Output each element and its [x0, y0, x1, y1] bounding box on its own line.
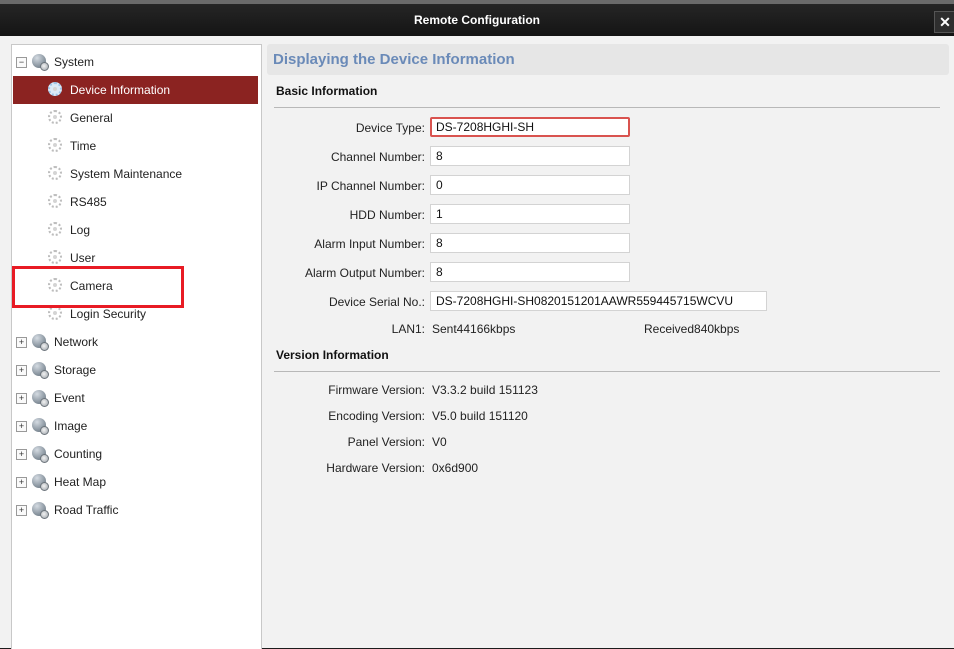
version-info-heading: Version Information: [276, 348, 389, 362]
tree-node-label: Road Traffic: [54, 503, 119, 517]
firmware-version-label: Firmware Version:: [328, 383, 425, 397]
expand-icon[interactable]: +: [16, 337, 27, 348]
gear-icon: [48, 250, 62, 264]
encoding-version-label: Encoding Version:: [328, 409, 425, 423]
device-serial-label: Device Serial No.:: [328, 295, 425, 309]
divider: [274, 107, 940, 108]
ip-channel-number-label: IP Channel Number:: [316, 179, 425, 193]
tree-item-label: RS485: [70, 195, 107, 209]
globe-icon: [32, 446, 49, 463]
tree-item-label: Camera: [70, 279, 113, 293]
device-type-label: Device Type:: [355, 121, 425, 135]
basic-info-heading: Basic Information: [276, 84, 378, 98]
tree-item-label: Device Information: [70, 83, 171, 97]
tree-node-image[interactable]: + Image: [12, 412, 261, 440]
globe-icon: [32, 418, 49, 435]
hdd-number-label: HDD Number:: [349, 208, 425, 222]
gear-icon: [48, 278, 62, 292]
alarm-input-number-label: Alarm Input Number:: [314, 237, 425, 251]
globe-icon: [32, 502, 49, 519]
encoding-version-value: V5.0 build 151120: [432, 409, 528, 423]
tree-item-system-maintenance[interactable]: System Maintenance: [12, 160, 261, 188]
panel-version-value: V0: [432, 435, 447, 449]
expand-icon[interactable]: +: [16, 477, 27, 488]
tree-node-label: Event: [54, 391, 85, 405]
divider: [274, 371, 940, 372]
channel-number-label: Channel Number:: [330, 150, 425, 164]
tree-item-camera[interactable]: Camera: [12, 272, 261, 300]
tree-item-label: Time: [70, 139, 97, 153]
gear-icon: [48, 222, 62, 236]
page-title: Displaying the Device Information: [273, 51, 515, 68]
hardware-version-value: 0x6d900: [432, 461, 479, 475]
device-serial-field[interactable]: DS-7208HGHI-SH0820151201AAWR559445715WCV…: [430, 291, 767, 311]
page-header: Displaying the Device Information: [267, 44, 949, 75]
tree-item-label: Login Security: [70, 307, 147, 321]
alarm-output-number-label: Alarm Output Number:: [304, 266, 425, 280]
hardware-version-label: Hardware Version:: [326, 461, 425, 475]
tree-node-road-traffic[interactable]: + Road Traffic: [12, 496, 261, 524]
gear-icon: [48, 82, 62, 96]
channel-number-field[interactable]: 8: [430, 146, 630, 166]
firmware-version-value: V3.3.2 build 151123: [432, 383, 538, 397]
tree-node-counting[interactable]: + Counting: [12, 440, 261, 468]
tree-node-label: System: [54, 55, 95, 69]
device-type-field[interactable]: DS-7208HGHI-SH: [430, 117, 630, 137]
lan1-sent-value: Sent44166kbps: [432, 322, 516, 336]
window-title: Remote Configuration: [414, 13, 540, 27]
tree-item-user[interactable]: User: [12, 244, 261, 272]
expand-icon[interactable]: +: [16, 393, 27, 404]
gear-icon: [48, 138, 62, 152]
dialog-content: − System Device Information General Time…: [0, 36, 954, 649]
tree-item-device-information[interactable]: Device Information: [13, 76, 258, 104]
tree-item-label: User: [70, 251, 96, 265]
globe-icon: [32, 54, 49, 71]
tree-node-label: Counting: [54, 447, 103, 461]
tree-item-label: Log: [70, 223, 91, 237]
tree-node-system[interactable]: − System: [12, 48, 261, 76]
tree-node-label: Storage: [54, 363, 97, 377]
device-info-panel: Displaying the Device Information Basic …: [267, 44, 949, 648]
tree-node-network[interactable]: + Network: [12, 328, 261, 356]
tree-item-login-security[interactable]: Login Security: [12, 300, 261, 328]
tree-node-label: Image: [54, 419, 88, 433]
tree-node-label: Heat Map: [54, 475, 107, 489]
lan1-received-value: Received840kbps: [644, 322, 740, 336]
expand-icon[interactable]: +: [16, 449, 27, 460]
globe-icon: [32, 474, 49, 491]
ip-channel-number-field[interactable]: 0: [430, 175, 630, 195]
tree-node-label: Network: [54, 335, 99, 349]
gear-icon: [48, 194, 62, 208]
gear-icon: [48, 110, 62, 124]
tree-item-general[interactable]: General: [12, 104, 261, 132]
panel-version-label: Panel Version:: [347, 435, 425, 449]
config-tree: − System Device Information General Time…: [11, 44, 262, 649]
tree-item-label: General: [70, 111, 113, 125]
globe-icon: [32, 390, 49, 407]
collapse-icon[interactable]: −: [16, 57, 27, 68]
alarm-output-number-field[interactable]: 8: [430, 262, 630, 282]
title-bar: Remote Configuration ✕: [0, 4, 954, 36]
tree-item-label: System Maintenance: [70, 167, 183, 181]
hdd-number-field[interactable]: 1: [430, 204, 630, 224]
close-button[interactable]: ✕: [934, 11, 954, 33]
globe-icon: [32, 334, 49, 351]
alarm-input-number-field[interactable]: 8: [430, 233, 630, 253]
globe-icon: [32, 362, 49, 379]
lan1-label: LAN1:: [391, 322, 425, 336]
expand-icon[interactable]: +: [16, 365, 27, 376]
tree-item-rs485[interactable]: RS485: [12, 188, 261, 216]
expand-icon[interactable]: +: [16, 421, 27, 432]
tree-item-log[interactable]: Log: [12, 216, 261, 244]
gear-icon: [48, 166, 62, 180]
expand-icon[interactable]: +: [16, 505, 27, 516]
tree-node-heat-map[interactable]: + Heat Map: [12, 468, 261, 496]
gear-icon: [48, 306, 62, 320]
tree-node-event[interactable]: + Event: [12, 384, 261, 412]
tree-item-time[interactable]: Time: [12, 132, 261, 160]
tree-node-storage[interactable]: + Storage: [12, 356, 261, 384]
